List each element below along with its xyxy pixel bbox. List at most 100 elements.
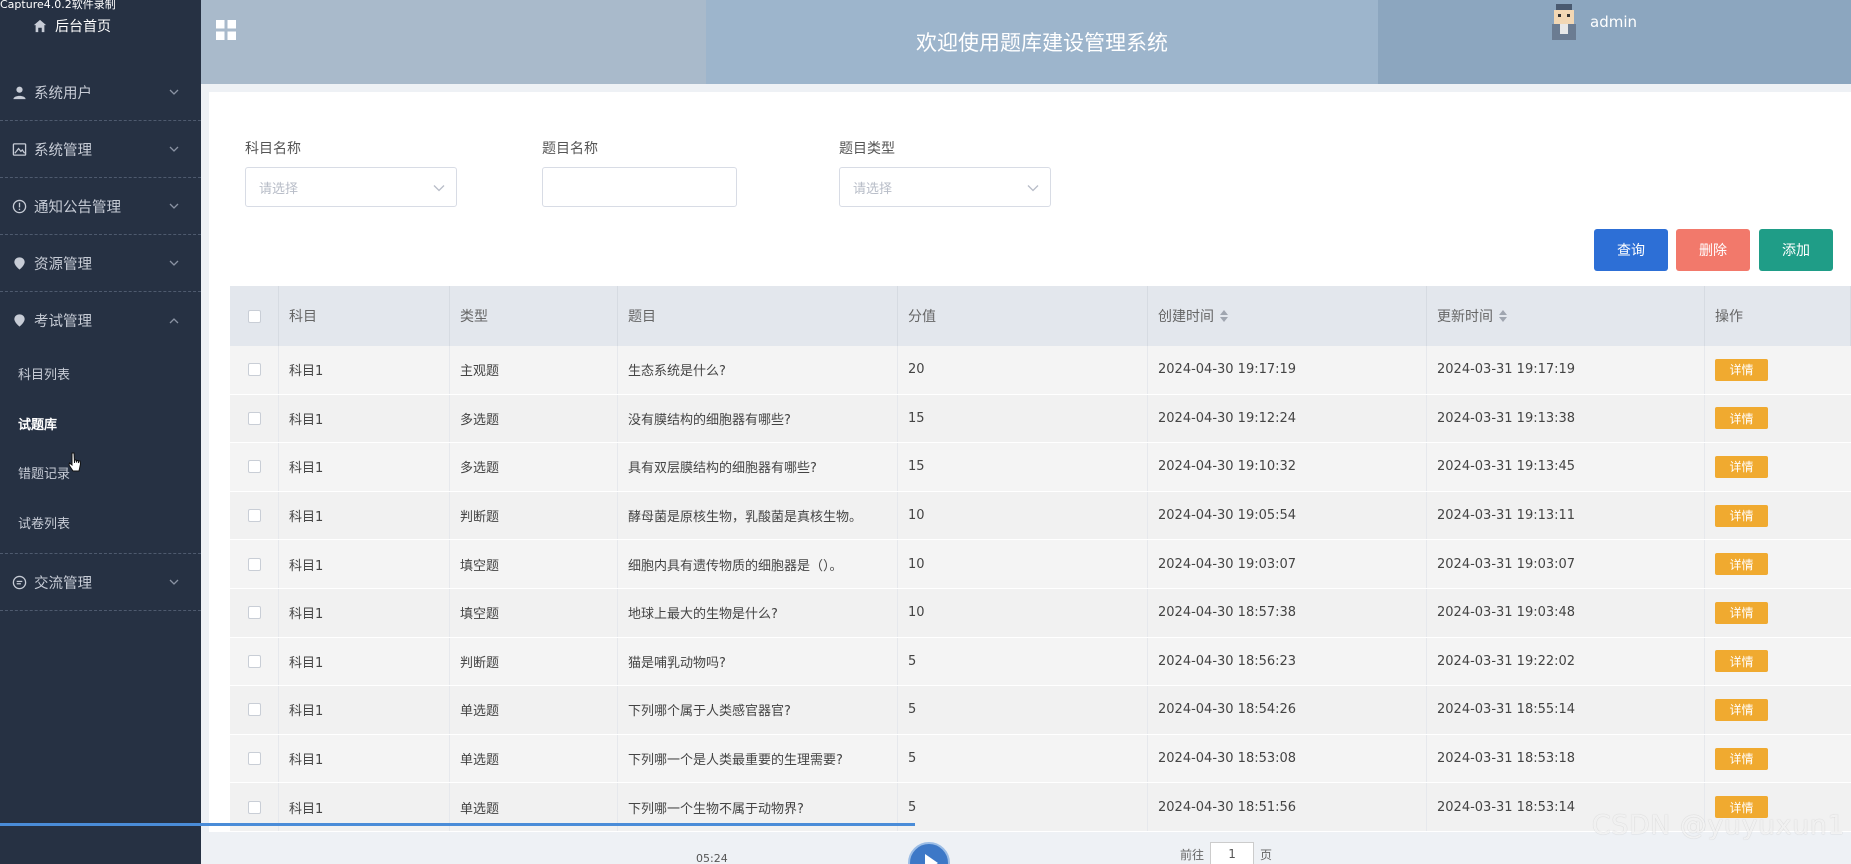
type-filter-label: 题目类型: [839, 141, 895, 157]
sidebar: Capture4.0.2软件录制 后台首页 系统用户 系统管理 通知公告管理 资…: [0, 0, 201, 864]
sidebar-item-label: 通知公告管理: [34, 199, 121, 216]
table-row: 科目1 多选题 没有膜结构的细胞器有哪些? 15 2024-04-30 19:12:24…: [230, 394, 1851, 444]
subject-filter-label: 科目名称: [245, 141, 301, 157]
row-select-cell: [230, 686, 279, 734]
cell-score: 5: [898, 686, 1148, 734]
detail-button[interactable]: 详情: [1715, 553, 1768, 576]
detail-button[interactable]: 详情: [1715, 601, 1768, 624]
cell-question: 酵母菌是原核生物，乳酸菌是真核生物。: [618, 491, 898, 540]
row-checkbox[interactable]: [247, 411, 261, 425]
goto-page-input[interactable]: 1: [1210, 842, 1255, 864]
sidebar-item-label: 系统用户: [34, 85, 92, 102]
row-select-cell: [230, 394, 279, 443]
sidebar-menu: 系统用户 系统管理 通知公告管理 资源管理 考试管理 科目列表 试题库 错题记录: [0, 64, 201, 611]
detail-button[interactable]: 详情: [1715, 650, 1768, 673]
column-header-question: 题目: [618, 286, 898, 346]
row-checkbox[interactable]: [247, 509, 261, 523]
add-button[interactable]: 添加: [1759, 229, 1833, 271]
user-menu[interactable]: admin: [1546, 2, 1637, 42]
row-checkbox[interactable]: [247, 606, 261, 620]
type-select[interactable]: 请选择: [839, 167, 1051, 207]
sidebar-item-system-management[interactable]: 系统管理: [0, 121, 201, 178]
sidebar-item-resource-management[interactable]: 资源管理: [0, 235, 201, 292]
detail-button[interactable]: 详情: [1715, 698, 1768, 721]
sidebar-home-label: 后台首页: [55, 19, 111, 35]
sidebar-item-wrong-records[interactable]: 错题记录: [0, 448, 201, 498]
question-name-input[interactable]: [542, 167, 737, 207]
cell-updated: 2024-03-31 19:22:02: [1427, 637, 1705, 686]
cell-actions: 详情: [1705, 686, 1851, 734]
location-icon: [12, 256, 27, 271]
detail-button[interactable]: 详情: [1715, 504, 1768, 527]
cell-updated: 2024-03-31 19:13:45: [1427, 443, 1705, 491]
page-goto: 前往 1 页: [1180, 842, 1272, 864]
row-checkbox[interactable]: [247, 752, 261, 766]
grid-menu-icon[interactable]: [215, 19, 237, 41]
user-icon: [12, 85, 27, 100]
subject-select[interactable]: 请选择: [245, 167, 457, 207]
cell-score: 10: [898, 588, 1148, 637]
sidebar-item-system-users[interactable]: 系统用户: [0, 64, 201, 121]
sidebar-item-home[interactable]: 后台首页: [33, 15, 111, 37]
sort-icon[interactable]: [1220, 310, 1228, 322]
sidebar-item-paper-list[interactable]: 试卷列表: [0, 498, 201, 548]
row-checkbox[interactable]: [247, 363, 261, 377]
search-button[interactable]: 查询: [1594, 229, 1668, 271]
cell-question: 具有双层膜结构的细胞器有哪些?: [618, 443, 898, 491]
detail-button[interactable]: 详情: [1715, 358, 1768, 381]
cell-type: 多选题: [450, 443, 618, 491]
sidebar-item-communication-management[interactable]: 交流管理: [0, 554, 201, 611]
cell-question: 地球上最大的生物是什么?: [618, 588, 898, 637]
cell-type: 主观题: [450, 346, 618, 394]
avatar: [1552, 4, 1576, 40]
row-checkbox[interactable]: [247, 703, 261, 717]
cell-score: 15: [898, 394, 1148, 443]
detail-button[interactable]: 详情: [1715, 455, 1768, 478]
sidebar-item-question-bank[interactable]: 试题库: [0, 399, 201, 449]
subject-select-placeholder: 请选择: [259, 181, 299, 197]
cell-actions: 详情: [1705, 735, 1851, 783]
cell-created: 2024-04-30 19:10:32: [1148, 443, 1427, 491]
sidebar-item-subject-list[interactable]: 科目列表: [0, 349, 201, 399]
cell-updated: 2024-03-31 19:03:07: [1427, 540, 1705, 588]
question-filter-label: 题目名称: [542, 141, 598, 157]
cell-actions: 详情: [1705, 395, 1851, 443]
cell-updated: 2024-03-31 18:53:18: [1427, 734, 1705, 783]
cell-updated: 2024-03-31 19:17:19: [1427, 346, 1705, 394]
row-checkbox[interactable]: [247, 460, 261, 474]
cell-subject: 科目1: [279, 637, 450, 686]
cell-score: 5: [898, 734, 1148, 783]
row-checkbox[interactable]: [247, 654, 261, 668]
cell-created: 2024-04-30 18:57:38: [1148, 588, 1427, 637]
main-content: 科目名称 请选择 题目名称 题目类型 请选择 查询 删除 添加 科目 类型 题目…: [209, 92, 1851, 832]
play-button[interactable]: [908, 842, 950, 864]
row-checkbox[interactable]: [247, 557, 261, 571]
select-all-checkbox[interactable]: [247, 309, 261, 323]
cell-question: 下列哪一个是人类最重要的生理需要?: [618, 734, 898, 783]
column-header-created[interactable]: 创建时间: [1148, 286, 1427, 346]
table-row: 科目1 单选题 下列哪个属于人类感官器官? 5 2024-04-30 18:54:26 2…: [230, 686, 1851, 735]
table-header: 科目 类型 题目 分值 创建时间 更新时间 操作: [230, 286, 1851, 346]
cell-created: 2024-04-30 19:03:07: [1148, 540, 1427, 588]
header-right: admin: [1378, 0, 1851, 84]
video-progress-bar[interactable]: [0, 823, 915, 826]
cell-subject: 科目1: [279, 540, 450, 588]
row-checkbox[interactable]: [247, 800, 261, 814]
column-header-actions: 操作: [1705, 286, 1851, 346]
cell-actions: 详情: [1705, 540, 1851, 588]
cell-actions: 详情: [1705, 589, 1851, 637]
sidebar-item-exam-management[interactable]: 考试管理: [0, 292, 201, 349]
detail-button[interactable]: 详情: [1715, 407, 1768, 430]
video-player-bar: 05:24 前往 1 页: [0, 822, 1851, 864]
sidebar-item-notice-management[interactable]: 通知公告管理: [0, 178, 201, 235]
image-icon: [12, 142, 27, 157]
column-header-updated[interactable]: 更新时间: [1427, 286, 1705, 346]
sort-icon[interactable]: [1499, 310, 1507, 322]
delete-button[interactable]: 删除: [1676, 229, 1750, 271]
goto-suffix: 页: [1260, 847, 1273, 862]
cell-score: 20: [898, 346, 1148, 394]
cell-subject: 科目1: [279, 394, 450, 443]
chevron-down-icon: [433, 185, 445, 192]
detail-button[interactable]: 详情: [1715, 747, 1768, 770]
cell-question: 下列哪个属于人类感官器官?: [618, 686, 898, 734]
